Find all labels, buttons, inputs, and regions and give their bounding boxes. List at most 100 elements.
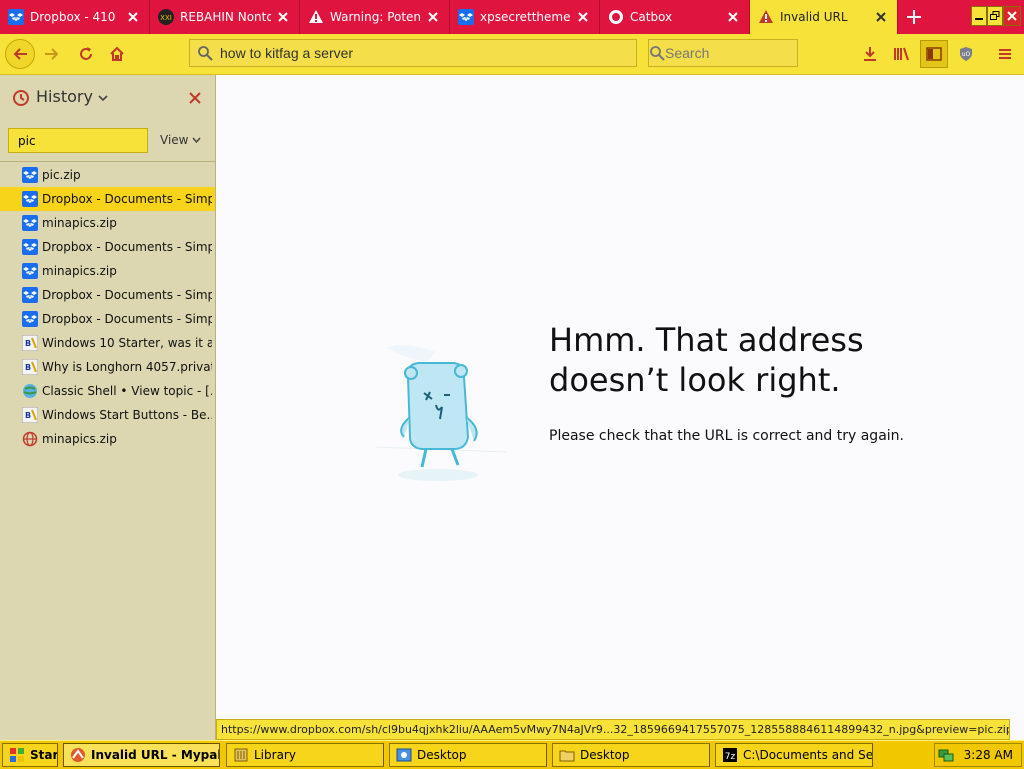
dropbox-icon — [22, 287, 38, 303]
history-item[interactable]: Dropbox - Documents - Simplify your life — [0, 235, 215, 259]
dropbox-icon — [22, 239, 38, 255]
error-page: Hmm. That address doesn’t look right. Pl… — [216, 75, 1024, 740]
chevron-down-icon[interactable] — [98, 95, 108, 103]
ublock-shield-icon: uO — [960, 47, 972, 61]
taskbar-button-library[interactable]: Library — [226, 743, 384, 767]
reload-icon — [80, 47, 92, 60]
sidebar-icon — [926, 47, 942, 61]
close-icon — [1007, 11, 1017, 21]
divider — [0, 161, 215, 162]
error-description: Please check that the URL is correct and… — [549, 428, 904, 444]
dropbox-icon — [458, 9, 474, 25]
sidebar-title[interactable]: History — [36, 87, 93, 106]
history-item-label: minapics.zip — [42, 432, 117, 446]
betaarchive-icon: B — [21, 358, 39, 376]
sidebar-toggle-button[interactable] — [920, 40, 948, 68]
history-item-label: Why is Longhorn 4057.private... — [42, 360, 212, 374]
ublock-button[interactable]: uO — [952, 40, 980, 68]
tab-label: Warning: Potential — [330, 10, 421, 24]
forward-button[interactable] — [38, 40, 66, 68]
catbox-icon — [608, 9, 624, 25]
tab-label: xpsecretthemes — [480, 10, 571, 24]
tab-catbox[interactable]: Catbox — [600, 0, 750, 34]
close-sidebar-icon[interactable] — [189, 92, 201, 104]
plus-icon — [907, 10, 921, 24]
history-item[interactable]: B Windows 10 Starter, was it a thing? — [0, 331, 215, 355]
download-icon — [864, 47, 876, 61]
tab-invalid-url[interactable]: Invalid URL — [750, 0, 898, 34]
history-item[interactable]: minapics.zip — [0, 427, 215, 451]
library-icon — [234, 748, 248, 762]
taskbar-button-label: C:\Documents and Set... — [743, 748, 873, 762]
history-item[interactable]: B Windows Start Buttons - Be... — [0, 403, 215, 427]
address-input[interactable] — [220, 45, 636, 61]
search-input[interactable] — [665, 45, 846, 61]
globe-color-icon — [22, 383, 38, 399]
history-item[interactable]: minapics.zip — [0, 211, 215, 235]
history-search-input[interactable] — [18, 133, 168, 148]
restore-button[interactable] — [987, 6, 1003, 26]
history-item-label: Dropbox - Documents - Simplify your life — [42, 240, 212, 254]
tab-xpsecretthemes[interactable]: xpsecretthemes — [450, 0, 600, 34]
betaarchive-icon: B — [21, 334, 39, 352]
windows-logo-icon — [10, 748, 24, 762]
svg-text:XXI: XXI — [160, 14, 172, 22]
dropbox-icon — [8, 9, 24, 25]
clock-icon — [13, 90, 29, 106]
system-tray: 3:28 AM — [934, 743, 1022, 767]
taskbar-button-label: Desktop — [580, 748, 630, 762]
network-icon[interactable] — [938, 747, 954, 763]
close-tab-icon[interactable] — [575, 9, 591, 25]
search-bar[interactable] — [648, 39, 846, 67]
close-window-button[interactable] — [1003, 6, 1021, 26]
clock[interactable]: 3:28 AM — [964, 748, 1013, 762]
tab-rebahin[interactable]: XXI REBAHIN Nonton — [150, 0, 300, 34]
menu-button[interactable] — [991, 40, 1019, 68]
library-button[interactable] — [888, 40, 916, 68]
library-icon — [894, 47, 909, 61]
history-search-box[interactable] — [8, 128, 168, 153]
history-item[interactable]: Dropbox - Documents - Simplify your life — [0, 283, 215, 307]
dropbox-icon — [22, 191, 38, 207]
globe-icon — [22, 431, 38, 447]
restore-icon — [990, 11, 1000, 20]
taskbar-button-mypal[interactable]: Invalid URL - Mypal — [63, 743, 220, 767]
search-icon — [649, 45, 665, 61]
history-item[interactable]: minapics.zip — [0, 259, 215, 283]
minimize-button[interactable] — [971, 6, 987, 26]
history-item[interactable]: pic.zip — [0, 163, 215, 187]
history-item[interactable]: B Why is Longhorn 4057.private... — [0, 355, 215, 379]
history-item[interactable]: Dropbox - Documents - Simplify your life — [0, 187, 215, 211]
robot-mascot-icon — [375, 345, 507, 481]
reload-button[interactable] — [72, 40, 100, 68]
forward-arrow-icon — [45, 48, 59, 60]
back-arrow-icon — [13, 48, 27, 60]
svg-text:uO: uO — [962, 51, 971, 58]
view-menu-button[interactable]: View — [160, 133, 201, 147]
history-item[interactable]: Dropbox - Documents - Simplify your life — [0, 307, 215, 331]
back-button[interactable] — [5, 39, 35, 69]
taskbar-button-label: Invalid URL - Mypal — [91, 748, 220, 762]
tab-label: Invalid URL — [780, 10, 848, 24]
close-tab-icon[interactable] — [275, 9, 291, 25]
close-tab-icon[interactable] — [425, 9, 441, 25]
history-item[interactable]: Classic Shell • View topic - [... — [0, 379, 215, 403]
downloads-button[interactable] — [856, 40, 884, 68]
taskbar-button-desktop-2[interactable]: Desktop — [552, 743, 710, 767]
history-item-label: Windows Start Buttons - Be... — [42, 408, 212, 422]
history-item-label: Dropbox - Documents - Simplify your life — [42, 312, 212, 326]
taskbar-button-7zip[interactable]: 7z C:\Documents and Set... — [715, 743, 873, 767]
tab-dropbox-410[interactable]: Dropbox - 410 — [0, 0, 150, 34]
minimize-icon — [975, 18, 983, 20]
home-button[interactable] — [103, 40, 131, 68]
close-tab-icon[interactable] — [125, 9, 141, 25]
close-tab-icon[interactable] — [725, 9, 741, 25]
history-item-label: Dropbox - Documents - Simplify your life — [42, 288, 212, 302]
tab-warning[interactable]: Warning: Potential — [300, 0, 450, 34]
close-tab-icon[interactable] — [873, 9, 889, 25]
start-button[interactable]: Start — [2, 743, 58, 767]
taskbar-button-desktop-1[interactable]: Desktop — [389, 743, 547, 767]
address-bar[interactable] — [189, 39, 637, 67]
taskbar-button-label: Desktop — [417, 748, 467, 762]
new-tab-button[interactable] — [900, 4, 928, 30]
